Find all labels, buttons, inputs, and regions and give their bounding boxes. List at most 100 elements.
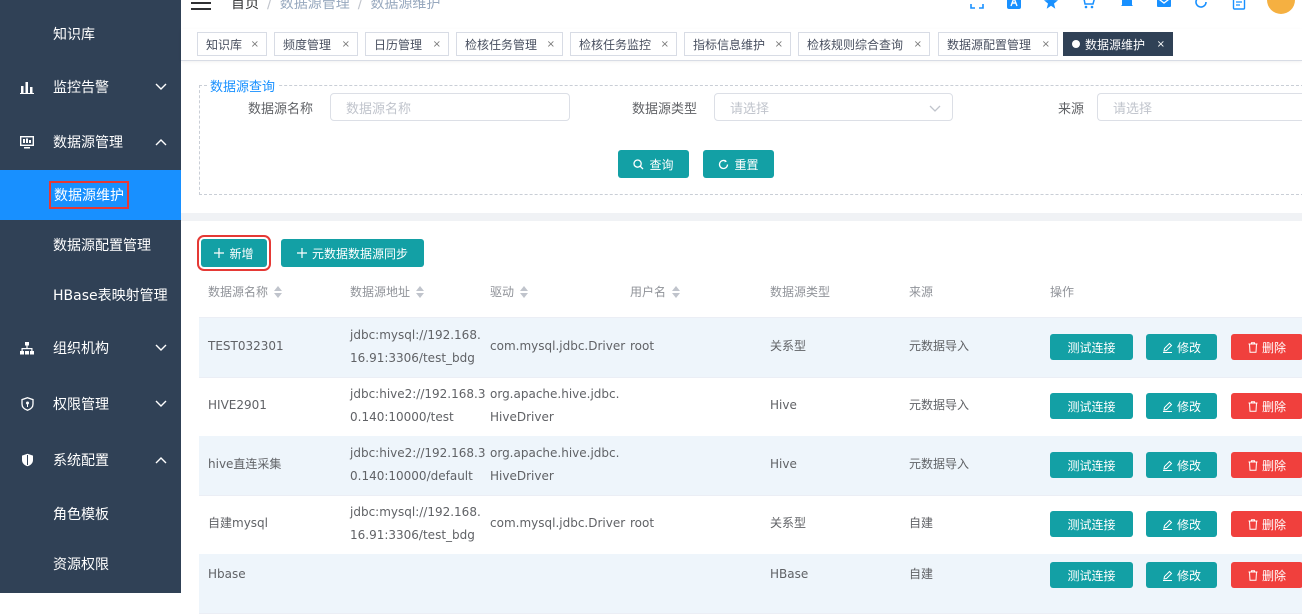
source-label: 来源	[1058, 102, 1085, 117]
add-button[interactable]: 新增	[197, 235, 271, 271]
close-icon[interactable]: ×	[775, 39, 783, 50]
test-connection-button[interactable]: 测试连接	[1050, 511, 1133, 537]
close-icon[interactable]: ×	[342, 39, 350, 50]
tab-check-task-monitor[interactable]: 检核任务监控 ×	[570, 32, 677, 56]
cell-address-line1: jdbc:hive2://192.168.3	[350, 387, 486, 401]
sort-icon[interactable]	[416, 285, 425, 298]
sort-icon[interactable]	[672, 285, 681, 298]
sidebar-item-organization[interactable]: 组织机构	[0, 323, 181, 373]
tab-label: 日历管理	[374, 37, 423, 52]
edit-button[interactable]: 修改	[1146, 562, 1217, 588]
sort-icon[interactable]	[520, 285, 529, 298]
tab-indicator-maintenance[interactable]: 指标信息维护 ×	[684, 32, 791, 56]
tab-knowledge-base[interactable]: 知识库 ×	[197, 32, 267, 56]
close-icon[interactable]: ×	[914, 39, 922, 50]
search-button-label: 查询	[649, 157, 674, 172]
org-tree-icon	[18, 339, 36, 357]
trash-icon	[1248, 400, 1258, 412]
test-connection-button[interactable]: 测试连接	[1050, 452, 1133, 478]
breadcrumb-item[interactable]: 数据源管理	[280, 0, 350, 12]
tab-label: 频度管理	[283, 37, 332, 52]
cell-address-line1: jdbc:mysql://192.168.	[350, 328, 481, 342]
tab-frequency-mgmt[interactable]: 频度管理 ×	[274, 32, 358, 56]
bell-icon[interactable]	[1118, 0, 1136, 11]
test-connection-button[interactable]: 测试连接	[1050, 393, 1133, 419]
breadcrumb: 首页 / 数据源管理 / 数据源维护	[231, 0, 440, 13]
datasource-type-select[interactable]: 请选择	[714, 93, 953, 121]
sidebar-item-resource-permission[interactable]: 资源权限	[0, 539, 181, 589]
column-header-name[interactable]: 数据源名称	[208, 283, 283, 300]
cart-icon[interactable]	[1079, 0, 1097, 11]
delete-button[interactable]: 删除	[1231, 334, 1302, 360]
trash-icon	[1248, 569, 1258, 581]
sort-icon[interactable]	[274, 285, 283, 298]
tab-rule-query[interactable]: 检核规则综合查询 ×	[798, 32, 930, 56]
chevron-down-icon	[154, 397, 168, 411]
tab-check-task-mgmt[interactable]: 检核任务管理 ×	[456, 32, 563, 56]
sidebar-item-datasource-config[interactable]: 数据源配置管理	[0, 220, 181, 270]
search-button[interactable]: 查询	[618, 150, 689, 178]
sidebar-item-label: 组织机构	[53, 341, 109, 357]
sidebar: 知识库 监控告警 数据源管理 数据源维护 数据源配置管理 HBase表映射管理 …	[0, 0, 181, 593]
hamburger-icon[interactable]	[191, 0, 211, 10]
cell-type: HBase	[770, 567, 809, 581]
sidebar-item-role-template[interactable]: 角色模板	[0, 489, 181, 539]
mail-icon[interactable]	[1155, 0, 1173, 11]
edit-button[interactable]: 修改	[1146, 334, 1217, 360]
column-header-source: 来源	[909, 285, 934, 299]
sidebar-item-monitoring[interactable]: 监控告警	[0, 62, 181, 112]
refresh-icon[interactable]	[1192, 0, 1210, 11]
close-icon[interactable]: ×	[547, 39, 555, 50]
cell-name: HIVE2901	[208, 398, 267, 412]
datasource-name-input[interactable]: 数据源名称	[330, 93, 570, 121]
close-icon[interactable]: ×	[661, 39, 669, 50]
tab-calendar-mgmt[interactable]: 日历管理 ×	[365, 32, 449, 56]
edit-button[interactable]: 修改	[1146, 511, 1217, 537]
delete-button[interactable]: 删除	[1231, 562, 1302, 588]
sidebar-item-hbase-mapping[interactable]: HBase表映射管理	[0, 270, 181, 320]
reset-button[interactable]: 重置	[703, 150, 774, 178]
sidebar-item-knowledge-base[interactable]: 知识库	[0, 10, 181, 58]
cell-type: Hive	[770, 398, 797, 412]
delete-button[interactable]: 删除	[1231, 452, 1302, 478]
breadcrumb-item: 数据源维护	[370, 0, 441, 12]
sidebar-item-permissions[interactable]: 权限管理	[0, 379, 181, 429]
breadcrumb-item[interactable]: 首页	[231, 0, 259, 12]
cell-address-line1: jdbc:mysql://192.168.	[350, 505, 481, 519]
input-placeholder: 数据源名称	[346, 101, 412, 117]
delete-button[interactable]: 删除	[1231, 511, 1302, 537]
sidebar-item-label: 权限管理	[53, 397, 109, 413]
search-icon	[633, 158, 644, 169]
fullscreen-icon[interactable]	[968, 0, 986, 11]
column-header-username[interactable]: 用户名	[630, 283, 681, 300]
edit-button[interactable]: 修改	[1146, 393, 1217, 419]
translate-icon[interactable]	[1005, 0, 1023, 11]
test-connection-button[interactable]: 测试连接	[1050, 562, 1133, 588]
close-icon[interactable]: ×	[1157, 39, 1165, 50]
datasource-type-label: 数据源类型	[632, 102, 698, 117]
edit-button[interactable]: 修改	[1146, 452, 1217, 478]
test-connection-button[interactable]: 测试连接	[1050, 334, 1133, 360]
close-icon[interactable]: ×	[1042, 39, 1050, 50]
sidebar-item-datasource-maintenance[interactable]: 数据源维护	[0, 170, 181, 220]
column-header-address[interactable]: 数据源地址	[350, 283, 425, 300]
column-header-driver[interactable]: 驱动	[490, 283, 529, 300]
cell-name: TEST032301	[208, 339, 284, 353]
tab-label: 数据源配置管理	[947, 37, 1032, 52]
cell-source: 元数据导入	[909, 398, 970, 412]
edit-icon	[1162, 519, 1173, 530]
metadata-sync-button[interactable]: 元数据数据源同步	[281, 239, 424, 267]
cell-address-line1: jdbc:hive2://192.168.3	[350, 446, 486, 460]
source-select[interactable]: 请选择	[1097, 93, 1302, 121]
sidebar-item-system-config[interactable]: 系统配置	[0, 435, 181, 485]
sidebar-item-datasource-mgmt[interactable]: 数据源管理	[0, 117, 181, 167]
tab-datasource-maintenance[interactable]: 数据源维护 ×	[1063, 32, 1173, 56]
tab-datasource-config[interactable]: 数据源配置管理 ×	[938, 32, 1058, 56]
star-icon[interactable]	[1042, 0, 1060, 11]
close-icon[interactable]: ×	[251, 39, 259, 50]
close-icon[interactable]: ×	[433, 39, 441, 50]
delete-button[interactable]: 删除	[1231, 393, 1302, 419]
cell-username: root	[630, 516, 655, 530]
document-icon[interactable]	[1230, 0, 1248, 11]
avatar[interactable]	[1267, 0, 1295, 14]
